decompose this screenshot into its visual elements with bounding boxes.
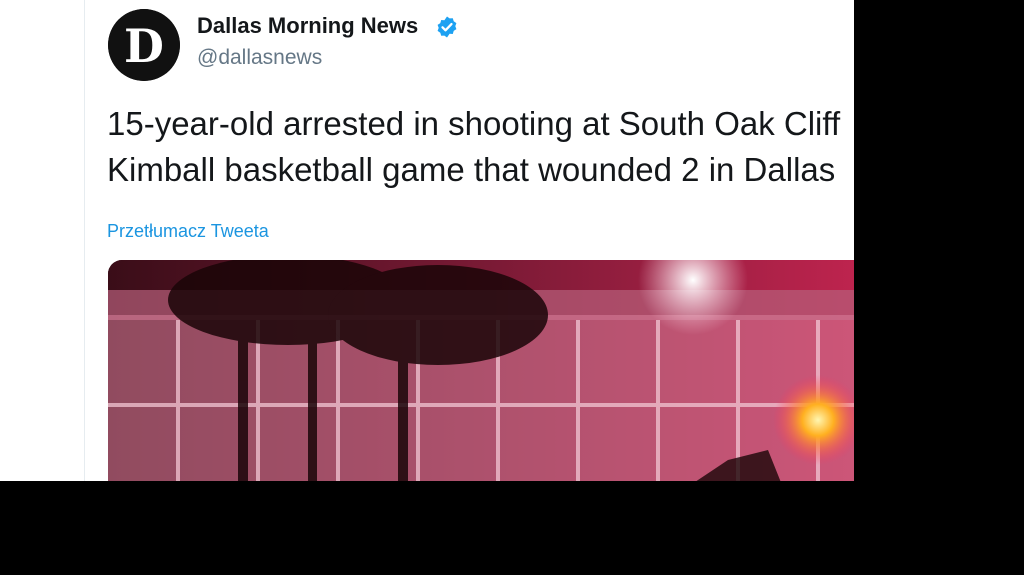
tweet-text-line-1: 15-year-old arrested in shooting at Sout…	[107, 105, 841, 142]
verified-badge-icon	[437, 16, 457, 38]
avatar-logo-icon: D	[108, 9, 180, 81]
tweet-text-line-2: Kimball basketball game that wounded 2 i…	[107, 151, 836, 188]
night-photo-illustration	[108, 260, 854, 481]
tweet-media-photo[interactable]	[108, 260, 854, 481]
user-handle[interactable]: @dallasnews	[197, 46, 322, 70]
timeline-border	[84, 0, 85, 481]
avatar-letter: D	[124, 19, 164, 73]
translate-tweet-link[interactable]: Przetłumacz Tweeta	[107, 221, 269, 242]
display-name[interactable]: Dallas Morning News	[197, 13, 418, 39]
avatar[interactable]: D	[108, 9, 180, 81]
tweet-viewport: D Dallas Morning News @dallasnews 15-yea…	[0, 0, 854, 481]
tweet-text: 15-year-old arrested in shooting at Sout…	[107, 101, 854, 193]
